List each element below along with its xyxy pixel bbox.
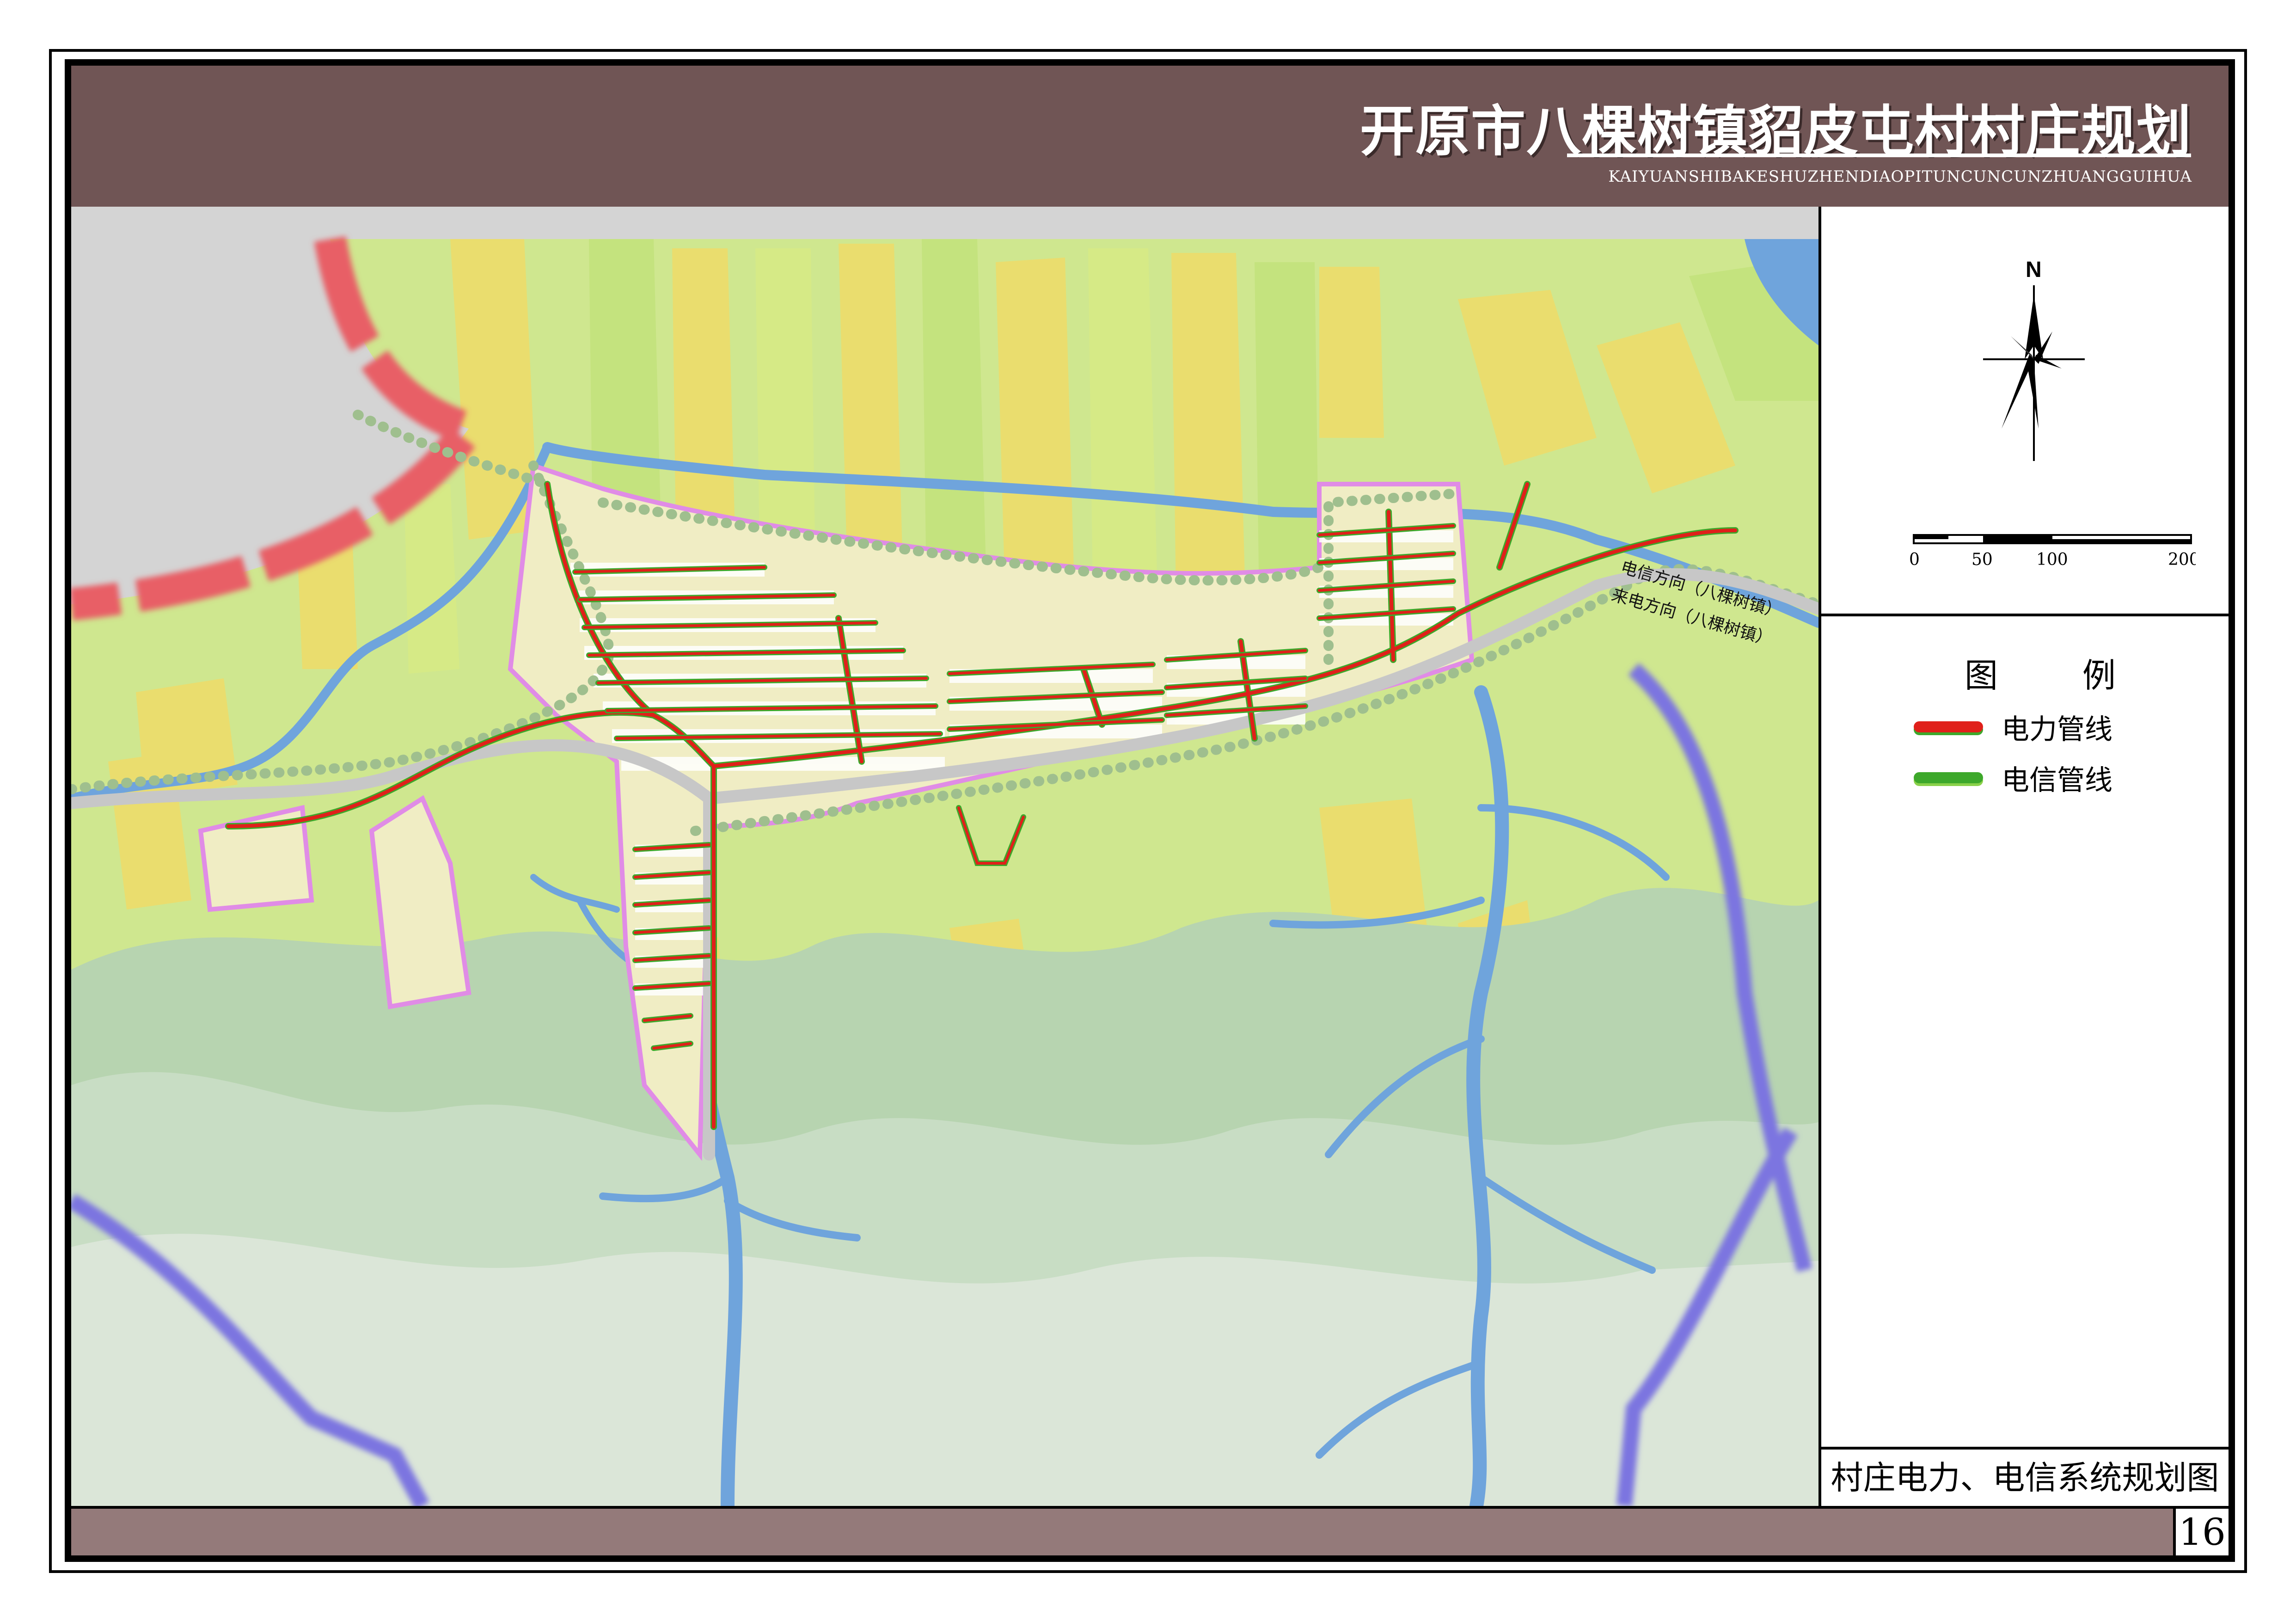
side-panel: N 0 50 100 200 图 例 电力管线 电信管线 村庄电力、电信系统规划… bbox=[1818, 207, 2229, 1506]
north-arrow: N bbox=[1974, 244, 2094, 466]
page-subtitle: KAIYUANSHIBAKESHUZHENDIAOPITUNCUNCUNZHUA… bbox=[1608, 167, 2192, 186]
scale-tick-0: 0 bbox=[1909, 550, 1920, 569]
planning-map[interactable]: 电信方向（八棵树镇） 来电方向（八棵树镇） bbox=[71, 207, 1818, 1506]
north-label: N bbox=[2026, 258, 2042, 282]
telecom-line-swatch bbox=[1914, 772, 1983, 783]
page-number: 16 bbox=[2173, 1509, 2229, 1555]
power-line-swatch bbox=[1914, 721, 1983, 732]
panel-divider-top bbox=[1821, 614, 2229, 616]
legend-item-power: 电力管线 bbox=[1914, 711, 2112, 746]
scale-tick-200: 200 bbox=[2168, 550, 2196, 569]
scale-tick-50: 50 bbox=[1971, 550, 1993, 569]
drawing-name: 村庄电力、电信系统规划图 bbox=[1831, 1459, 2219, 1497]
scale-bar-graphic: 0 50 100 200 bbox=[1909, 534, 2200, 569]
legend-item-telecom: 电信管线 bbox=[1914, 762, 2112, 797]
footer-band: 16 bbox=[71, 1506, 2229, 1555]
legend-title: 图 例 bbox=[1965, 656, 2153, 695]
map-canvas: 电信方向（八棵树镇） 来电方向（八棵树镇） bbox=[71, 236, 1818, 1506]
scale-bar: 0 50 100 200 bbox=[1909, 526, 2200, 581]
title-underline bbox=[1567, 154, 2191, 157]
legend-label-power: 电力管线 bbox=[2002, 713, 2112, 746]
compass-rose-icon: N bbox=[1983, 258, 2085, 461]
legend-label-telecom: 电信管线 bbox=[2002, 764, 2112, 797]
scale-tick-100: 100 bbox=[2036, 550, 2068, 569]
